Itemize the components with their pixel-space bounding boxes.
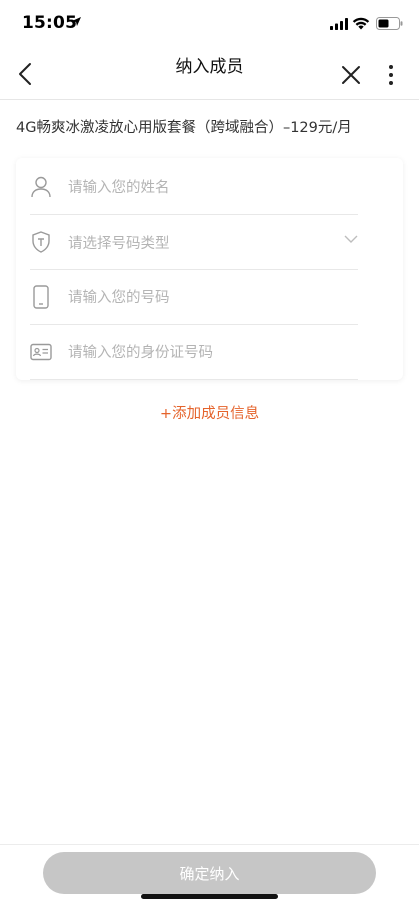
more-icon-dot <box>389 73 393 77</box>
number-type-select[interactable]: 请选择号码类型 <box>68 215 348 270</box>
confirm-button[interactable]: 确定纳入 <box>43 852 376 894</box>
package-title: 4G畅爽冰激凌放心用版套餐（跨域融合）–129元/月 <box>16 120 352 136</box>
id-row <box>30 325 358 380</box>
id-card-icon <box>30 341 52 363</box>
close-icon <box>342 66 360 84</box>
name-row <box>30 160 358 215</box>
number-type-row[interactable]: 请选择号码类型 <box>30 215 358 270</box>
add-member-link[interactable]: +添加成员信息 <box>0 402 419 423</box>
close-button[interactable] <box>338 62 364 88</box>
user-icon <box>30 176 52 198</box>
status-time: 15:05 <box>22 13 78 33</box>
phone-row <box>30 270 358 325</box>
signal-icon <box>330 18 348 30</box>
id-number-input[interactable] <box>68 325 338 380</box>
member-form: 请选择号码类型 <box>16 158 403 380</box>
home-indicator <box>141 894 278 899</box>
wifi-icon <box>352 17 370 30</box>
more-button[interactable] <box>383 62 399 88</box>
shield-t-icon <box>30 231 52 253</box>
more-icon <box>389 65 393 69</box>
more-icon-dot <box>389 81 393 85</box>
location-arrow-icon <box>72 17 81 26</box>
nav-bar: 纳入成员 <box>0 46 419 100</box>
battery-icon <box>376 17 403 30</box>
name-input[interactable] <box>68 160 338 215</box>
chevron-down-icon <box>344 235 358 243</box>
status-bar: 15:05 <box>0 0 419 46</box>
phone-icon <box>30 285 52 309</box>
phone-input[interactable] <box>68 270 338 325</box>
